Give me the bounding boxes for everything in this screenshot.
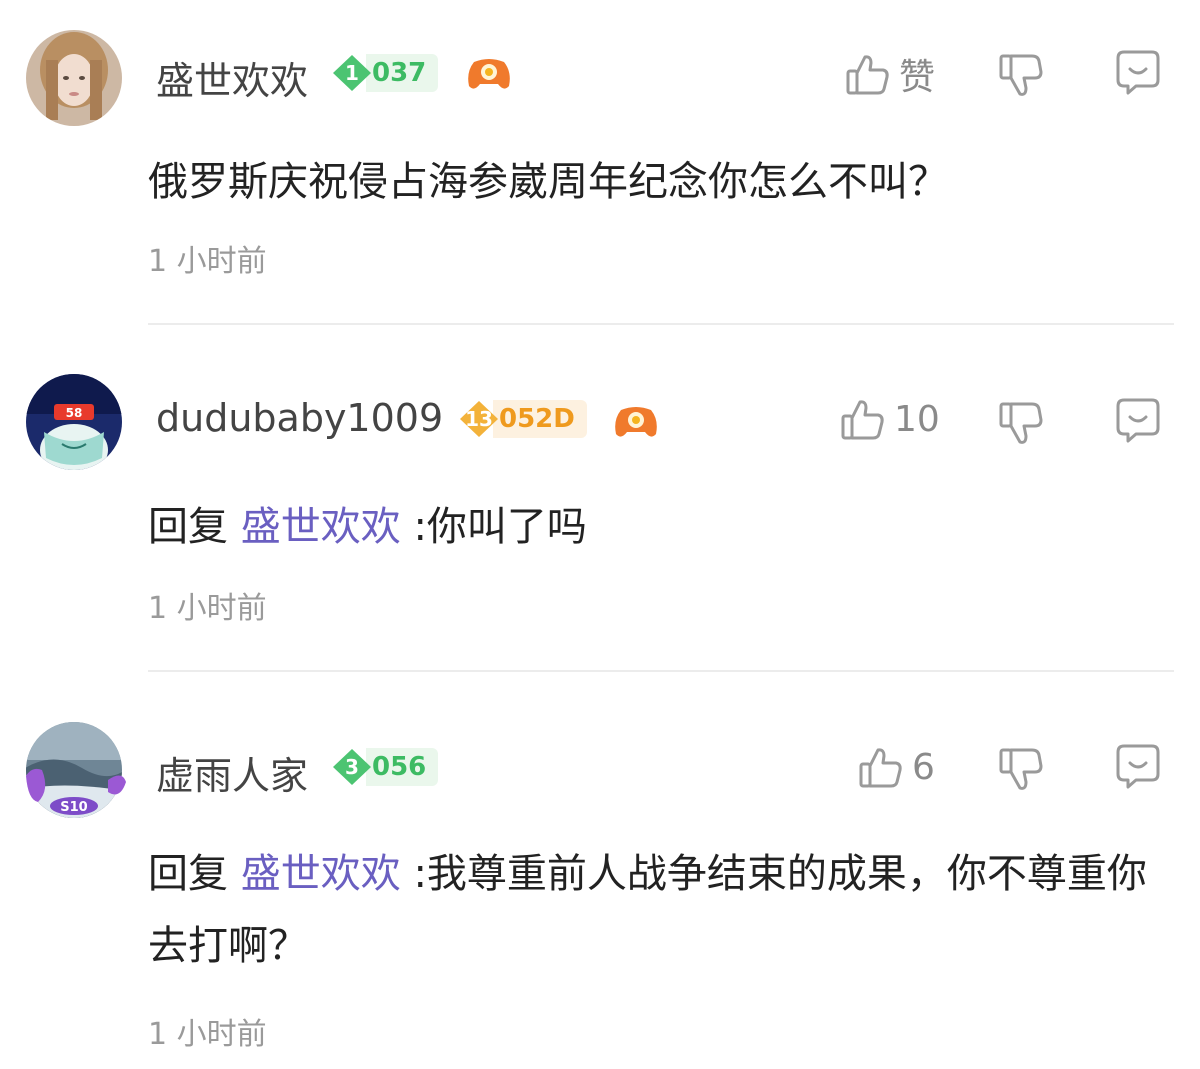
thumbs-up-icon <box>846 55 889 95</box>
chat-bubble-icon[interactable] <box>1114 396 1162 444</box>
reply-prefix: 回复 <box>148 504 228 550</box>
comment-text: 俄罗斯庆祝侵占海参崴周年纪念你怎么不叫？ <box>148 159 948 205</box>
thumbs-down-icon[interactable] <box>998 400 1044 446</box>
divider <box>148 670 1174 672</box>
username[interactable]: dudubaby1009 <box>156 396 443 440</box>
level-gem-icon: 3 <box>332 748 372 786</box>
username[interactable]: 虚雨人家 <box>156 745 308 800</box>
level-badge: 13 052D <box>459 400 587 438</box>
avatar[interactable]: 58 <box>26 374 122 470</box>
gamepad-icon <box>468 59 510 89</box>
thumbs-up-icon <box>841 400 884 440</box>
chat-bubble-icon[interactable] <box>1114 742 1162 790</box>
reply-prefix: 回复 <box>148 851 228 897</box>
avatar[interactable] <box>26 30 122 126</box>
comment-text: 回复 盛世欢欢 :我尊重前人战争结束的成果，你不尊重你去打啊？ <box>148 851 1147 969</box>
like-button[interactable]: 6 <box>858 744 935 790</box>
level-badge: 1 037 <box>332 54 439 92</box>
svg-text:S10: S10 <box>60 800 87 815</box>
comment-time: 1 小时前 <box>148 591 267 626</box>
svg-text:58: 58 <box>66 406 83 420</box>
thumbs-up-icon <box>859 748 902 788</box>
comment-text: 回复 盛世欢欢 :你叫了吗 <box>148 504 587 550</box>
like-button[interactable]: 10 <box>840 396 940 442</box>
divider <box>148 323 1174 325</box>
thumbs-down-icon[interactable] <box>998 746 1044 792</box>
level-gem-icon: 13 <box>459 400 499 438</box>
mention-link[interactable]: 盛世欢欢 <box>241 851 401 897</box>
username[interactable]: 盛世欢欢 <box>156 50 308 105</box>
avatar[interactable]: S10 <box>26 722 126 818</box>
level-badge: 3 056 <box>332 748 439 786</box>
like-button[interactable]: 赞 <box>845 48 935 100</box>
chat-bubble-icon[interactable] <box>1114 48 1162 96</box>
comment-time: 1 小时前 <box>148 1017 267 1052</box>
comment-time: 1 小时前 <box>148 244 267 279</box>
thumbs-down-icon[interactable] <box>998 52 1044 98</box>
mention-link[interactable]: 盛世欢欢 <box>241 504 401 550</box>
gamepad-icon <box>615 407 657 437</box>
level-gem-icon: 1 <box>332 54 372 92</box>
